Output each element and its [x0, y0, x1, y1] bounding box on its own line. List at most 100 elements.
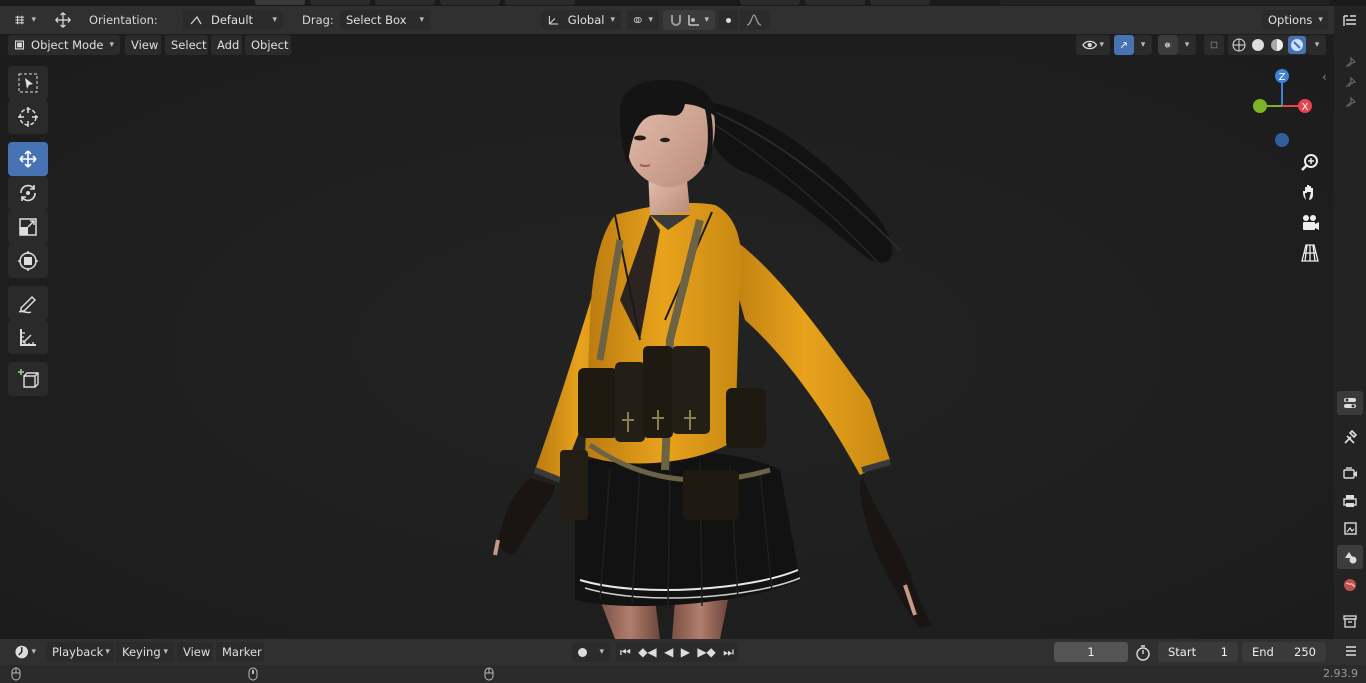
timeline-header: ▾ Playback ▾ Keying ▾ View Marker ▾ ⏮ ◆◀ ◀…	[0, 639, 1366, 665]
workspace-tab[interactable]	[310, 0, 370, 5]
workspace-tab[interactable]	[440, 0, 500, 5]
proportional-edit-toggle[interactable]	[718, 10, 738, 30]
playback-menu[interactable]: Playback ▾	[46, 642, 114, 662]
tool-properties-tab[interactable]	[1337, 425, 1363, 449]
timeline-view-menu[interactable]: View	[177, 642, 213, 662]
visibility-dropdown[interactable]: ▾	[1076, 35, 1110, 55]
tool-settings-tab[interactable]	[1337, 391, 1363, 415]
proportional-falloff-dropdown[interactable]	[740, 10, 770, 30]
menu-select[interactable]: Select	[165, 35, 208, 55]
transform-orientation-icon	[548, 16, 559, 25]
render-properties-tab[interactable]	[1337, 461, 1363, 485]
gizmo-arrow-icon	[1120, 42, 1127, 49]
workspace-tab-active[interactable]	[255, 0, 305, 5]
snap-toggle-group[interactable]: ▾	[663, 10, 715, 30]
tool-settings-header: ▾ Orientation: Default ▾ Drag: Select Bo…	[0, 6, 1334, 34]
scene-properties-tab[interactable]	[1337, 545, 1363, 569]
pin-icon[interactable]	[1343, 96, 1357, 113]
jump-keyframe-back-icon[interactable]: ◆◀	[638, 645, 656, 659]
play-reverse-icon[interactable]: ◀	[664, 645, 673, 659]
timeline-menu-icon[interactable]	[1344, 644, 1358, 661]
annotate-pencil-icon	[18, 295, 37, 314]
outliner-icon[interactable]	[1342, 14, 1358, 31]
workspace-tab[interactable]	[870, 0, 930, 5]
record-dot-icon	[578, 647, 587, 657]
pin-icon[interactable]	[1343, 56, 1357, 73]
auto-keying-toggle[interactable]: ▾	[572, 642, 610, 662]
xray-toggle[interactable]	[1204, 35, 1224, 55]
annotate-tool[interactable]	[8, 286, 48, 320]
version-label: 2.93.9	[1323, 667, 1358, 680]
transform-tool[interactable]	[8, 244, 48, 278]
play-icon[interactable]: ▶	[681, 645, 690, 659]
measure-ruler-icon	[20, 329, 36, 346]
rotate-tool[interactable]	[8, 176, 48, 210]
perspective-grid-icon[interactable]	[1297, 240, 1323, 266]
zoom-icon[interactable]	[1297, 150, 1323, 176]
solid-shading-icon[interactable]	[1250, 37, 1266, 53]
view-layer-properties-tab[interactable]	[1337, 517, 1363, 541]
transform-orientation-dropdown[interactable]: Global ▾	[541, 10, 621, 30]
jump-start-icon[interactable]: ⏮	[620, 645, 631, 660]
options-dropdown[interactable]: Options ▾	[1262, 10, 1328, 30]
material-shading-icon[interactable]	[1269, 37, 1285, 53]
drag-dropdown[interactable]: Select Box ▾	[340, 10, 430, 30]
orientation-dropdown[interactable]: Default ▾	[183, 10, 283, 30]
settings-toggle-icon	[1344, 398, 1356, 408]
keying-menu[interactable]: Keying ▾	[116, 642, 174, 662]
jump-end-icon[interactable]: ⏭	[723, 645, 734, 660]
gizmo-dropdown[interactable]: ▾	[1134, 35, 1152, 55]
current-frame-field[interactable]: 1	[1054, 642, 1128, 662]
rendered-shading-button[interactable]	[1287, 36, 1306, 54]
menu-object[interactable]: Object	[245, 35, 291, 55]
menu-view[interactable]: View	[125, 35, 161, 55]
gizmo-y-axis[interactable]	[1253, 99, 1267, 113]
measure-tool[interactable]	[8, 320, 48, 354]
stopwatch-icon[interactable]	[1135, 645, 1151, 664]
clock-editor-icon	[15, 645, 29, 659]
add-cube-tool[interactable]	[8, 362, 48, 396]
start-frame-field[interactable]: Start 1	[1158, 642, 1238, 662]
gizmo-neg-z-axis[interactable]	[1275, 133, 1289, 147]
marker-menu[interactable]: Marker	[216, 642, 264, 662]
output-properties-tab[interactable]	[1337, 489, 1363, 513]
snap-magnet-icon	[671, 15, 681, 26]
cursor-tool[interactable]	[8, 100, 48, 134]
mode-dropdown[interactable]: Object Mode ▾	[8, 35, 120, 55]
wireframe-shading-icon[interactable]	[1231, 37, 1247, 53]
editor-type-button[interactable]: ▾	[8, 10, 42, 30]
workspace-tab[interactable]	[375, 0, 435, 5]
navigation-gizmo[interactable]: Z X	[1248, 66, 1318, 156]
collection-properties-tab[interactable]	[1337, 609, 1363, 633]
gizmo-toggle[interactable]	[1114, 35, 1134, 55]
timeline-editor-type-button[interactable]: ▾	[8, 642, 42, 662]
menu-add[interactable]: Add	[211, 35, 242, 55]
overlays-toggle[interactable]	[1158, 35, 1178, 55]
playback-controls: ⏮ ◆◀ ◀ ▶ ▶◆ ⏭	[616, 642, 738, 662]
orientation-icon	[190, 15, 202, 25]
scale-tool[interactable]	[8, 210, 48, 244]
camera-view-icon[interactable]	[1297, 210, 1323, 236]
snap-increment-icon	[688, 15, 699, 26]
sidebar-toggle-chevron-icon[interactable]: ‹	[1322, 70, 1327, 84]
workspace-tab[interactable]	[805, 0, 865, 5]
cursor-icon	[18, 107, 38, 127]
move-tool[interactable]	[8, 142, 48, 176]
status-bar: 2.93.9	[0, 665, 1366, 683]
workspace-tab[interactable]	[505, 0, 575, 5]
select-box-tool[interactable]	[8, 66, 48, 100]
pan-hand-icon[interactable]	[1297, 180, 1323, 206]
jump-keyframe-forward-icon[interactable]: ▶◆	[697, 645, 715, 659]
end-frame-field[interactable]: End 250	[1242, 642, 1326, 662]
workspace-tab[interactable]	[740, 0, 800, 5]
pin-icon[interactable]	[1343, 76, 1357, 93]
shading-mode-group[interactable]	[1228, 35, 1308, 55]
pivot-point-dropdown[interactable]: ▾	[627, 10, 659, 30]
overlays-dropdown[interactable]: ▾	[1178, 35, 1196, 55]
move-tool-setting-icon[interactable]	[48, 8, 78, 32]
orientation-label: Orientation:	[89, 13, 158, 27]
pivot-icon	[633, 17, 642, 23]
3d-viewport[interactable]: Z X ‹	[0, 56, 1334, 639]
shading-dropdown[interactable]: ▾	[1308, 35, 1326, 55]
world-properties-tab[interactable]	[1337, 573, 1363, 597]
